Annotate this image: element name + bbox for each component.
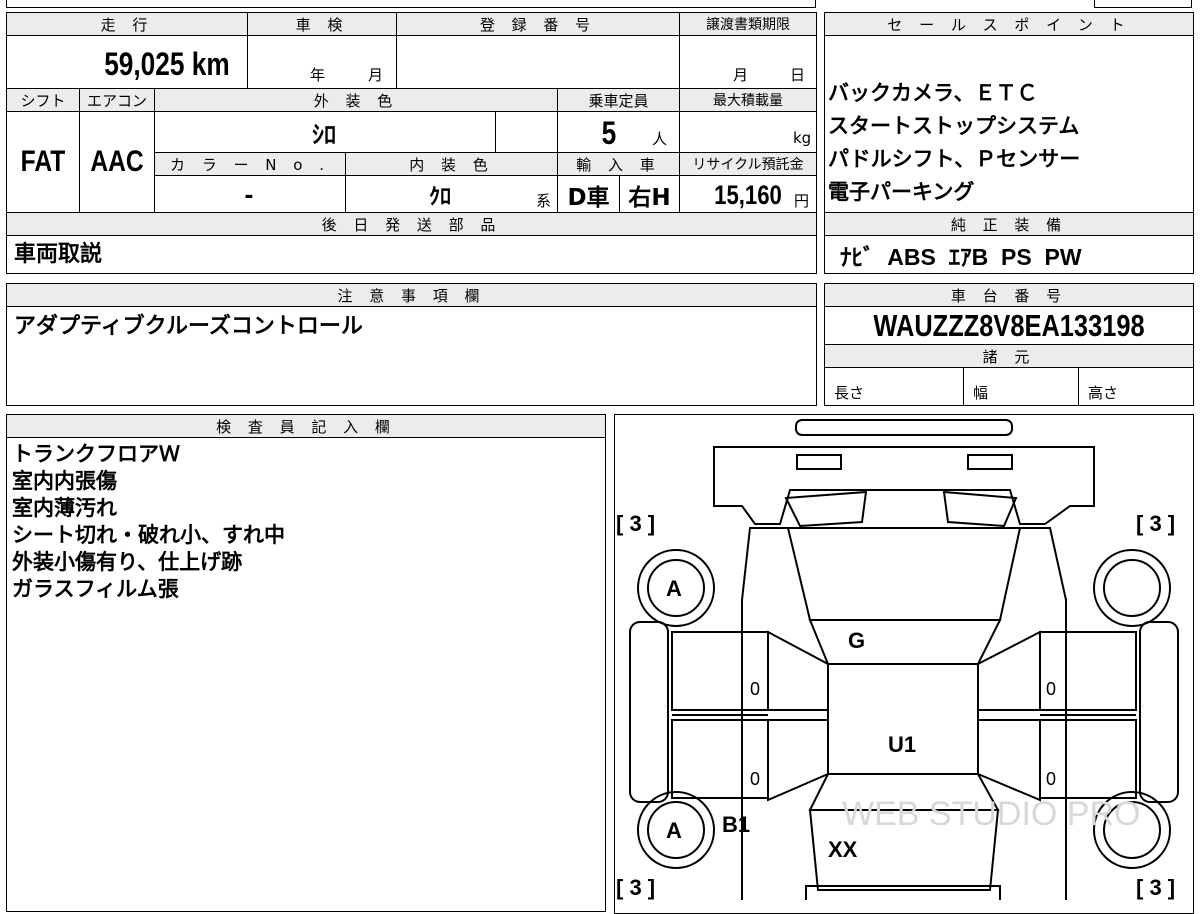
body-outline <box>741 527 1067 900</box>
tire-bracket-rear-left: [ 3 ] <box>616 875 655 900</box>
left-fender-shape <box>629 621 669 803</box>
door-value-left-front: 0 <box>750 679 760 699</box>
right-rear-window-shape <box>977 719 1041 802</box>
door-value-right-rear: 0 <box>1046 769 1056 789</box>
tire-bracket-rear-right: [ 3 ] <box>1136 875 1175 900</box>
hood-shape <box>808 619 1002 665</box>
car-diagram: [ 3 ] [ 3 ] [ 3 ] [ 3 ] A A G U1 B1 XX 0… <box>616 419 1179 900</box>
rear-bumper-shape <box>805 885 1001 900</box>
mark-roof: U1 <box>888 732 916 757</box>
windshield-shape <box>786 527 1022 621</box>
front-bumper-shape <box>795 419 1013 436</box>
mark-front-left-wheel: A <box>666 576 682 601</box>
wheel-front-right-inner-shape <box>1103 559 1161 617</box>
headlight-right-shape <box>967 454 1013 470</box>
front-body-outline <box>713 446 1095 525</box>
tire-bracket-front-left: [ 3 ] <box>616 511 655 536</box>
door-value-left-rear: 0 <box>750 769 760 789</box>
mark-trunk: XX <box>828 837 858 862</box>
grille-left-shape <box>784 490 868 528</box>
left-rear-window-shape <box>767 719 829 802</box>
tire-bracket-front-right: [ 3 ] <box>1136 511 1175 536</box>
mark-hood: G <box>848 628 865 653</box>
wheel-front-right-shape <box>1093 549 1171 627</box>
mark-rear-left-wheel: A <box>666 818 682 843</box>
right-fender-shape <box>1139 621 1179 803</box>
grille-right-shape <box>942 490 1018 528</box>
watermark: WEB STUDIO PRO <box>842 795 1140 833</box>
door-value-right-front: 0 <box>1046 679 1056 699</box>
mark-rear-door: B1 <box>722 812 750 837</box>
roof-shape <box>827 663 979 775</box>
headlight-left-shape <box>796 454 842 470</box>
